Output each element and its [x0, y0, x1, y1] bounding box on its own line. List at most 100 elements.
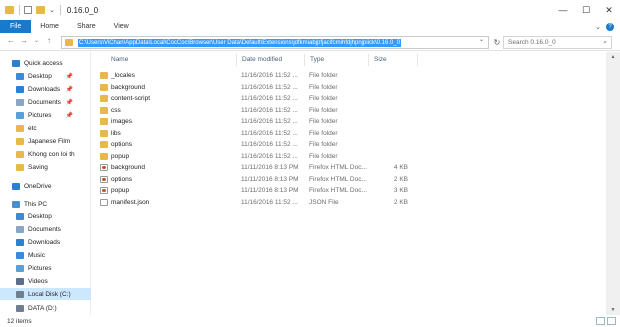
sidebar-item[interactable]: DATA (D:) — [0, 302, 91, 314]
file-row[interactable]: options 11/11/2016 8:13 PM Firefox HTML Do… — [98, 174, 413, 185]
forward-button[interactable]: → — [20, 36, 28, 45]
file-row[interactable]: css 11/16/2016 11:52 ... File folder — [98, 105, 413, 116]
sidebar-item[interactable]: Documents — [0, 223, 91, 235]
column-header-size[interactable]: Size — [374, 56, 387, 63]
sidebar-item[interactable]: Local Disk (C:) — [0, 288, 91, 300]
column-header-name[interactable]: Name — [111, 56, 128, 63]
file-name: css — [111, 106, 121, 114]
sidebar-item[interactable]: Downloads — [0, 236, 91, 248]
drive-icon — [16, 290, 24, 298]
sidebar-item[interactable]: Music — [0, 249, 91, 261]
pin-icon: 📌 — [65, 99, 73, 106]
sidebar-item[interactable]: Pictures 📌 — [0, 109, 91, 121]
recent-locations-button[interactable]: ⌄ — [34, 37, 39, 44]
videos-icon — [16, 277, 24, 285]
file-row[interactable]: libs 11/16/2016 11:52 ... File folder — [98, 128, 413, 139]
sidebar-item[interactable]: OneDrive — [0, 180, 91, 192]
file-row[interactable]: content-script 11/16/2016 11:52 ... File f… — [98, 93, 413, 104]
column-divider[interactable] — [304, 54, 305, 66]
refresh-button[interactable]: ↻ — [491, 36, 503, 49]
column-header-date[interactable]: Date modified — [242, 56, 282, 63]
customize-toolbar-chevron-icon[interactable]: ⌄ — [49, 6, 55, 14]
file-row[interactable]: options 11/16/2016 11:52 ... File folder — [98, 139, 413, 150]
sidebar-item-label: Quick access — [24, 59, 63, 67]
vertical-scrollbar[interactable]: ▲ ▼ — [606, 52, 620, 315]
sidebar-item-label: Videos — [28, 277, 48, 285]
sidebar-item-label: This PC — [24, 200, 48, 208]
file-row[interactable]: images 11/16/2016 11:52 ... File folder — [98, 116, 413, 127]
maximize-button[interactable]: ☐ — [575, 0, 597, 20]
minimize-button[interactable]: — — [552, 0, 574, 20]
html-file-icon — [100, 175, 108, 183]
tab-view[interactable]: View — [105, 20, 138, 33]
column-header-type[interactable]: Type — [310, 56, 324, 63]
file-date: 11/11/2016 8:13 PM — [241, 175, 299, 183]
navigation-pane: Quick access Desktop 📌 Downloads 📌 Documents 📌… — [0, 52, 91, 315]
close-button[interactable]: ✕ — [598, 0, 620, 20]
file-name: options — [111, 141, 132, 148]
scroll-down-arrow-icon[interactable]: ▼ — [606, 305, 620, 315]
sidebar-item[interactable]: etc — [0, 122, 91, 134]
file-date: 11/16/2016 11:52 ... — [241, 152, 298, 160]
file-row[interactable]: background 11/11/2016 8:13 PM Firefox HTML… — [98, 162, 413, 173]
search-input[interactable]: Search 0.16.0_0 ⌕ — [503, 36, 612, 49]
html-file-icon — [100, 164, 108, 171]
sidebar-item-label: Desktop — [28, 72, 52, 80]
new-folder-icon[interactable] — [36, 6, 45, 14]
scroll-up-arrow-icon[interactable]: ▲ — [606, 52, 620, 62]
sidebar-item[interactable]: Quick access — [0, 57, 91, 69]
column-divider[interactable] — [417, 54, 418, 66]
file-row[interactable]: manifest.json 11/16/2016 11:52 ... JSON Fi… — [98, 197, 413, 208]
tab-share[interactable]: Share — [68, 20, 105, 33]
address-dropdown-icon[interactable]: ⌄ — [479, 36, 484, 43]
sidebar-item[interactable]: Japanese Film — [0, 135, 91, 147]
file-row[interactable]: popup 11/11/2016 8:13 PM Firefox HTML Doc.… — [98, 185, 413, 196]
file-date: 11/11/2016 8:13 PM — [241, 164, 299, 171]
up-button[interactable]: ↑ — [47, 36, 51, 45]
back-button[interactable]: ← — [7, 36, 15, 45]
sidebar-item[interactable]: Saving — [0, 161, 91, 173]
file-row[interactable]: _locales 11/16/2016 11:52 ... File folder — [98, 70, 413, 81]
help-icon[interactable]: ? — [606, 22, 614, 31]
sidebar-item[interactable]: Khong con loi th — [0, 148, 91, 160]
sidebar-item[interactable]: Desktop 📌 — [0, 70, 91, 82]
title-bar: ⌄ 0.16.0_0 — ☐ ✕ — [0, 0, 620, 20]
properties-icon[interactable] — [24, 6, 32, 14]
large-icons-view-button[interactable] — [607, 317, 616, 325]
tab-home[interactable]: Home — [31, 20, 68, 33]
file-row[interactable]: popup 11/16/2016 11:52 ... File folder — [98, 151, 413, 162]
pin-icon: 📌 — [65, 73, 73, 80]
column-divider[interactable] — [236, 54, 237, 66]
folder-icon — [65, 39, 73, 46]
file-size: 4 KB — [393, 164, 408, 171]
file-name: content-script — [111, 95, 151, 102]
file-name: manifest.json — [111, 198, 150, 206]
sidebar-item-label: Khong con loi th — [28, 150, 75, 158]
file-date: 11/16/2016 11:52 ... — [241, 72, 298, 79]
file-type: JSON File — [309, 198, 339, 206]
title-separator — [59, 5, 61, 15]
sidebar-item[interactable]: Downloads 📌 — [0, 83, 91, 95]
sidebar-item[interactable]: Pictures — [0, 262, 91, 274]
sidebar-item-label: Downloads — [28, 85, 61, 93]
sidebar-item[interactable]: Videos — [0, 275, 91, 287]
sidebar-item[interactable]: Desktop — [0, 210, 91, 222]
file-date: 11/16/2016 11:52 ... — [241, 129, 298, 137]
expand-ribbon-chevron-icon[interactable]: ⌄ — [595, 23, 601, 31]
details-view-button[interactable] — [596, 317, 605, 325]
search-icon: ⌕ — [603, 38, 607, 46]
file-row[interactable]: background 11/16/2016 11:52 ... File folde… — [98, 82, 413, 93]
address-path[interactable]: C:\Users\ViChan\AppData\Local\CocCoc\Bro… — [78, 38, 402, 47]
address-bar[interactable]: C:\Users\ViChan\AppData\Local\CocCoc\Bro… — [61, 36, 489, 49]
file-name: libs — [111, 129, 121, 137]
folder-icon — [100, 118, 108, 125]
sidebar-item[interactable]: This PC — [0, 198, 91, 210]
tab-file[interactable]: File — [0, 20, 32, 33]
sidebar-item[interactable]: Documents 📌 — [0, 96, 91, 108]
download-icon — [16, 238, 24, 246]
file-name: images — [111, 118, 132, 125]
sidebar-item-label: Desktop — [28, 212, 52, 220]
file-size: 2 KB — [393, 198, 408, 206]
column-divider[interactable] — [368, 54, 369, 66]
sidebar-item-label: Music — [28, 251, 45, 259]
